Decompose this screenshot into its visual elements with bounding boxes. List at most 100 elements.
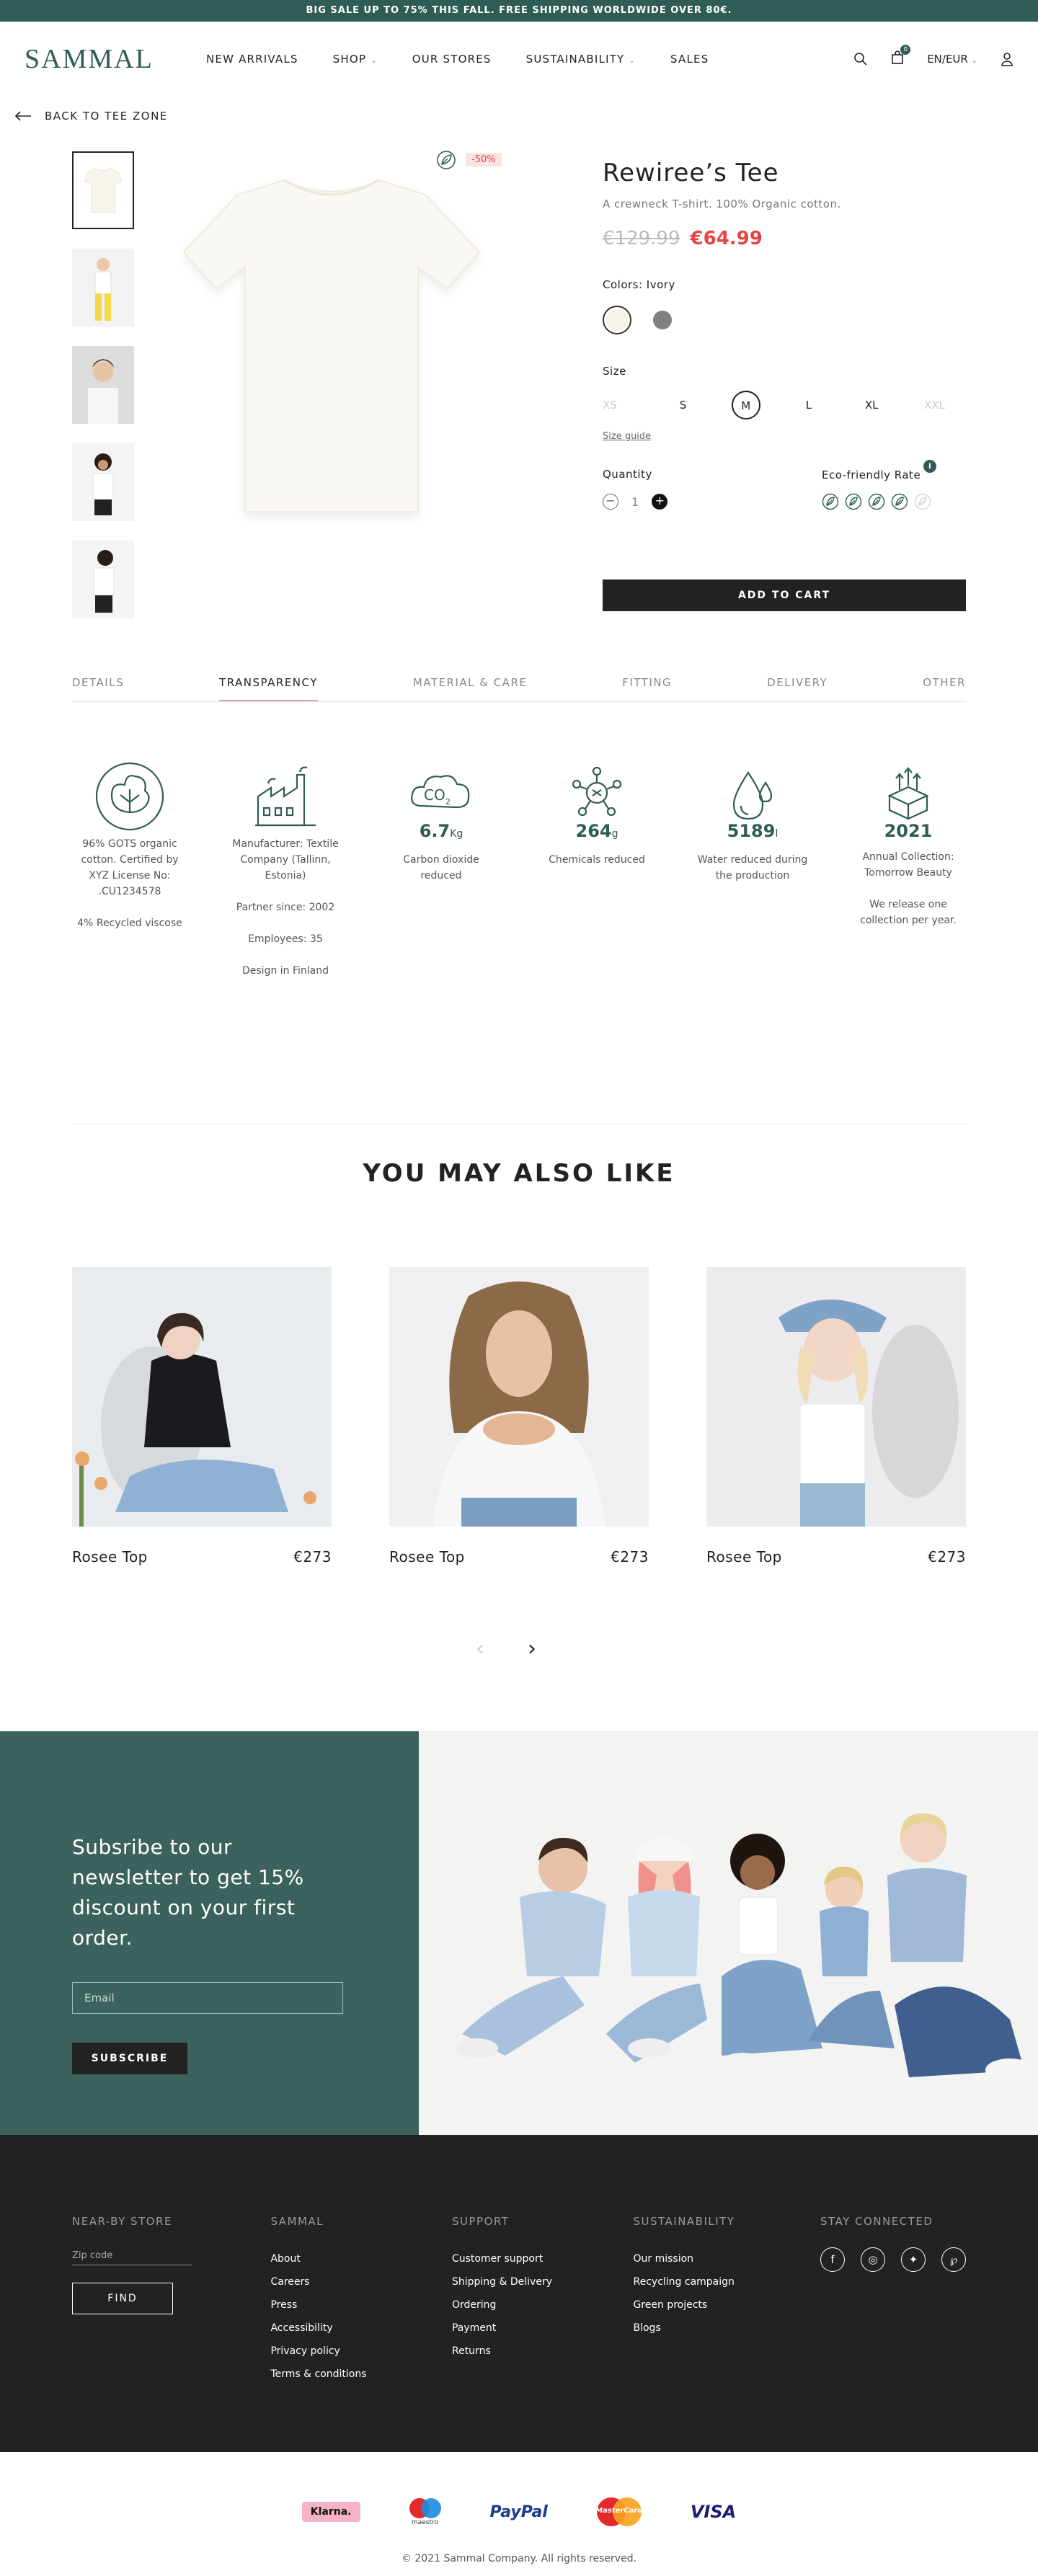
tab-fitting[interactable]: FITTING — [622, 676, 672, 701]
product-name: Rosee Top — [72, 1548, 148, 1565]
footer-link-returns[interactable]: Returns — [452, 2340, 634, 2363]
email-field[interactable]: Email — [72, 1982, 343, 2014]
thumbnail-4[interactable] — [72, 443, 134, 521]
eco-leaf-icon — [845, 493, 862, 510]
footer-link-green-projects[interactable]: Green projects — [634, 2293, 821, 2317]
logo[interactable]: SAMMAL — [25, 43, 206, 75]
site-header: SAMMAL NEW ARRIVALS SHOP ⌄ OUR STORES SUS… — [0, 22, 1038, 97]
nav-new-arrivals[interactable]: NEW ARRIVALS — [206, 53, 298, 66]
transparency-metrics: 96% GOTS organic cotton. Certified by XY… — [72, 757, 966, 995]
tab-transparency[interactable]: TRANSPARENCY — [219, 676, 318, 701]
size-xxl[interactable]: XXL — [903, 399, 966, 412]
size-xs[interactable]: XS — [603, 399, 652, 412]
tab-delivery[interactable]: DELIVERY — [767, 676, 828, 701]
thumbnail-3[interactable] — [72, 346, 134, 424]
promo-banner: BIG SALE UP TO 75% THIS FALL. FREE SHIPP… — [0, 0, 1038, 22]
main-nav: NEW ARRIVALS SHOP ⌄ OUR STORES SUSTAINABI… — [206, 53, 709, 66]
size-s[interactable]: S — [652, 399, 714, 412]
site-footer: NEAR-BY STORE Zip code FIND SAMMAL About… — [0, 2135, 1038, 2452]
cart-button[interactable]: 0 — [891, 45, 911, 68]
carbon-unit: Kg — [450, 828, 463, 840]
nav-label: OUR STORES — [412, 53, 492, 66]
subscribe-button[interactable]: SUBSCRIBE — [72, 2043, 187, 2074]
increase-button[interactable]: + — [652, 494, 668, 510]
add-to-cart-button[interactable]: ADD TO CART — [603, 579, 966, 611]
tab-details[interactable]: DETAILS — [72, 676, 124, 701]
newsletter-section: Subsribe to our newsletter to get 15% di… — [0, 1731, 1038, 2135]
product-card[interactable]: Rosee Top €273 — [72, 1267, 332, 1565]
footer-sammal: SAMMAL About Careers Press Accessibility… — [270, 2210, 452, 2452]
size-guide-link[interactable]: Size guide — [603, 431, 966, 442]
tab-material-care[interactable]: MATERIAL & CARE — [413, 676, 528, 701]
footer-link-blogs[interactable]: Blogs — [634, 2317, 821, 2340]
mastercard-logo: MasterCard — [594, 2497, 644, 2527]
decrease-button[interactable]: − — [603, 494, 618, 510]
nav-sustainability[interactable]: SUSTAINABILITY ⌄ — [526, 53, 636, 66]
twitter-icon[interactable]: ✦ — [901, 2247, 926, 2272]
footer-link-about[interactable]: About — [270, 2247, 452, 2270]
nav-our-stores[interactable]: OUR STORES — [412, 53, 492, 66]
footer-link-mission[interactable]: Our mission — [634, 2247, 821, 2270]
swatch-grey[interactable] — [653, 311, 672, 329]
factory-icon — [228, 757, 343, 836]
product-card[interactable]: Rosee Top €273 — [706, 1267, 966, 1565]
locale-selector[interactable]: EN/EUR ⌄ — [927, 53, 977, 66]
facebook-icon[interactable]: f — [820, 2247, 845, 2272]
size-m[interactable]: M — [714, 391, 777, 419]
product-card[interactable]: Rosee Top €273 — [389, 1267, 649, 1565]
payment-methods: Klarna. maestro PayPal MasterCard VISA ©… — [0, 2452, 1038, 2576]
metric-carbon: CO 2 6.7Kg Carbon dioxide reduced — [383, 757, 499, 995]
product-meta: Rosee Top €273 — [706, 1548, 966, 1565]
pinterest-icon[interactable]: ℘ — [941, 2247, 966, 2272]
product-tabs: DETAILS TRANSPARENCY MATERIAL & CARE FIT… — [72, 676, 966, 702]
instagram-icon[interactable]: ◎ — [861, 2247, 885, 2272]
old-price: €129.99 — [603, 228, 680, 249]
co2-subscript: 2 — [445, 797, 451, 807]
quantity-value[interactable]: 1 — [631, 495, 639, 509]
page: BIG SALE UP TO 75% THIS FALL. FREE SHIPP… — [0, 0, 1038, 2576]
footer-link-press[interactable]: Press — [270, 2293, 452, 2317]
footer-link-recycling[interactable]: Recycling campaign — [634, 2270, 821, 2293]
footer-heading: SUSTAINABILITY — [633, 2215, 735, 2228]
footer-sustainability: SUSTAINABILITY Our mission Recycling cam… — [634, 2210, 821, 2452]
chevron-left-icon[interactable]: ‹ — [476, 1636, 484, 1661]
zip-code-input[interactable]: Zip code — [72, 2247, 192, 2265]
footer-link-ordering[interactable]: Ordering — [452, 2293, 634, 2317]
thumbnail-5[interactable] — [72, 541, 134, 618]
metric-water: 5189l Water reduced during the productio… — [695, 757, 810, 995]
footer-link-privacy[interactable]: Privacy policy — [270, 2340, 452, 2363]
size-xl[interactable]: XL — [840, 399, 903, 412]
footer-link-payment[interactable]: Payment — [452, 2317, 634, 2340]
color-picker: Colors: Ivory — [603, 278, 966, 334]
find-store-button[interactable]: FIND — [72, 2283, 173, 2314]
size-options: XS S M L XL XXL — [603, 391, 966, 419]
metric-collection: 2021 Annual Collection: Tomorrow Beauty … — [851, 757, 966, 995]
maestro-label: maestro — [411, 2519, 439, 2526]
product-title: Rewiree’s Tee — [603, 159, 779, 187]
newsletter-image — [419, 1731, 1038, 2135]
footer-link-customer-support[interactable]: Customer support — [452, 2247, 634, 2270]
search-icon[interactable] — [853, 52, 868, 66]
eco-rate-block: Eco-friendly Rate i — [822, 460, 966, 510]
thumbnail-2[interactable] — [72, 249, 134, 327]
size-m-label: M — [731, 391, 760, 419]
back-link-label: BACK TO TEE ZONE — [45, 110, 168, 123]
nav-label: SHOP — [332, 53, 367, 66]
recommended-products: Rosee Top €273 Rosee Top €273 Rosee Top … — [72, 1267, 966, 1565]
footer-link-accessibility[interactable]: Accessibility — [270, 2317, 452, 2340]
footer-social: STAY CONNECTED f ◎ ✦ ℘ — [820, 2210, 966, 2452]
footer-link-careers[interactable]: Careers — [270, 2270, 452, 2293]
nav-sales[interactable]: SALES — [670, 53, 709, 66]
swatch-ivory[interactable] — [603, 306, 631, 334]
footer-link-shipping[interactable]: Shipping & Delivery — [452, 2270, 634, 2293]
thumbnail-1[interactable] — [72, 151, 134, 229]
quantity-stepper: − 1 + — [603, 494, 668, 510]
tab-other[interactable]: OTHER — [923, 676, 966, 701]
info-icon[interactable]: i — [923, 460, 937, 473]
chevron-right-icon[interactable]: › — [528, 1636, 536, 1661]
back-link[interactable]: BACK TO TEE ZONE — [14, 110, 168, 123]
user-icon[interactable] — [1001, 52, 1013, 66]
nav-shop[interactable]: SHOP ⌄ — [333, 53, 378, 66]
footer-link-terms[interactable]: Terms & conditions — [270, 2363, 452, 2386]
size-l[interactable]: L — [777, 399, 840, 412]
